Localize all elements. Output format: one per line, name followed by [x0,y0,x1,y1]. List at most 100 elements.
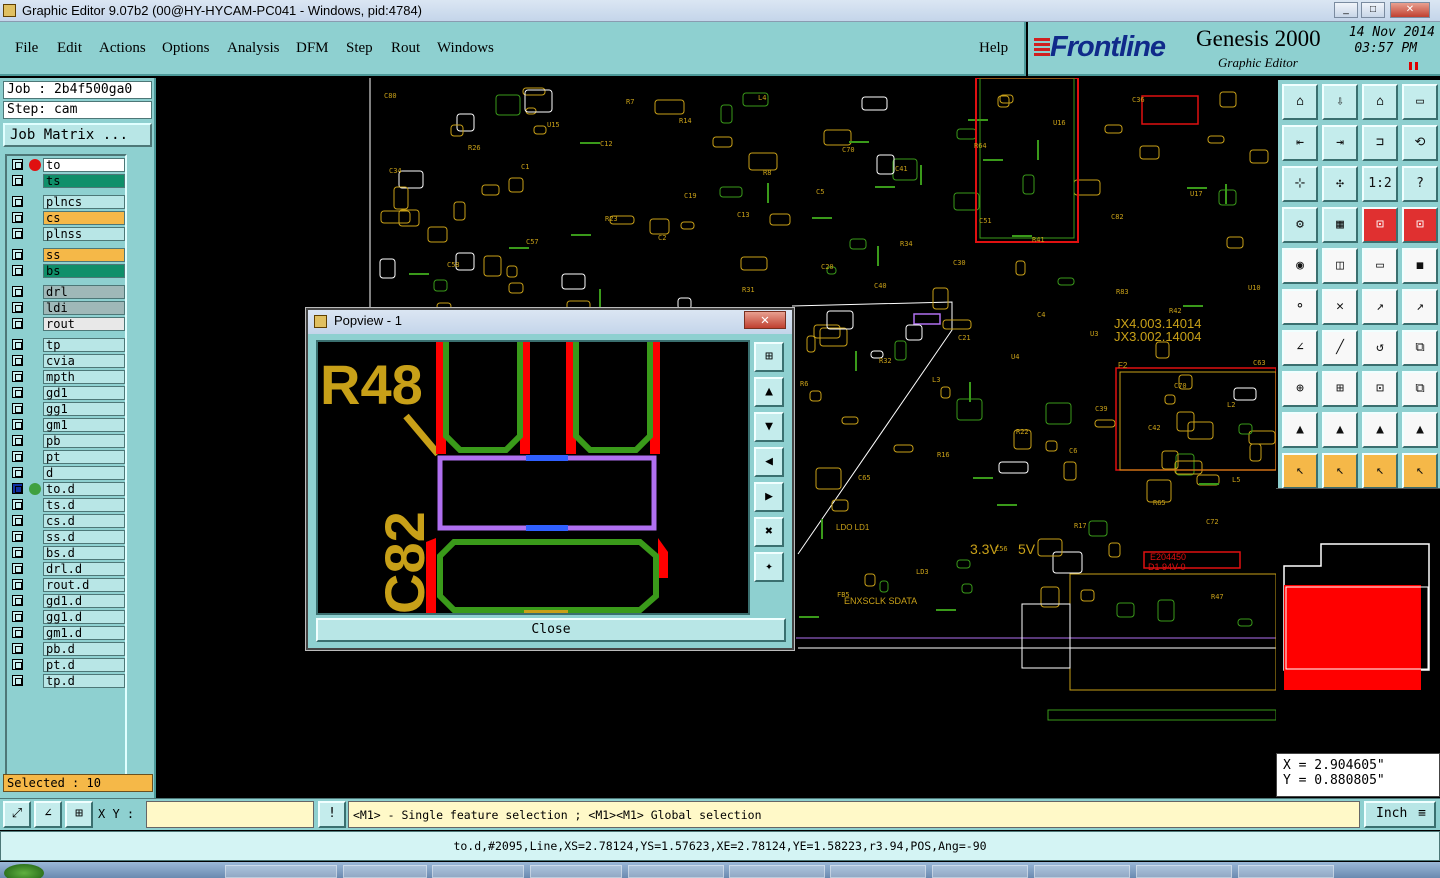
circle-pad-icon[interactable]: ◼ [1402,248,1438,284]
layer-name[interactable]: rout.d [43,578,125,592]
popview-zoom-out-icon[interactable]: ✦ [754,552,784,582]
layer-row-ldi[interactable]: ldi [9,301,125,316]
layer-row-gd1-d[interactable]: gd1.d [9,594,125,609]
overlay-icon[interactable]: ⧉ [1402,371,1438,407]
layer-row-bs[interactable]: bs [9,264,125,279]
layer-checkbox[interactable] [12,659,23,670]
layer-row-cs-d[interactable]: cs.d [9,514,125,529]
layer-name[interactable]: gg1 [43,402,125,416]
layer-name[interactable]: ts [43,174,125,188]
alert-icon[interactable]: ! [318,801,346,828]
layer-name[interactable]: ts.d [43,498,125,512]
menu-analysis[interactable]: Analysis [227,40,280,57]
layer-name[interactable]: rout [43,317,125,331]
layer-checkbox[interactable] [12,318,23,329]
pointer3-icon[interactable]: ↖ [1362,453,1398,489]
layer-name[interactable]: cvia [43,354,125,368]
menu-rout[interactable]: Rout [391,40,420,57]
draw-line-icon[interactable]: ◫ [1322,248,1358,284]
layer-checkbox[interactable] [12,467,23,478]
triangle-icon[interactable]: ▲ [1282,412,1318,448]
layer-row-tp[interactable]: tp [9,338,125,353]
layer-checkbox[interactable] [12,196,23,207]
flip-icon[interactable]: ⊞ [1322,371,1358,407]
layer-row-pb-d[interactable]: pb.d [9,642,125,657]
layer-checkbox[interactable] [12,483,23,494]
grid-toggle-icon[interactable]: ⊞ [65,801,93,828]
layer-row-rout[interactable]: rout [9,317,125,332]
measure-icon[interactable]: ⚙ [1282,207,1318,243]
layer-name[interactable]: gg1.d [43,610,125,624]
layer-row-bs-d[interactable]: bs.d [9,546,125,561]
pointer2-icon[interactable]: ↖ [1322,453,1358,489]
taskbar-item[interactable] [830,865,926,878]
job-matrix-button[interactable]: Job Matrix ... [3,123,152,147]
layer-name[interactable]: pb [43,434,125,448]
menu-actions[interactable]: Actions [99,40,146,57]
layer-checkbox[interactable] [12,675,23,686]
layer-row-cs[interactable]: cs [9,211,125,226]
layer-checkbox[interactable] [12,547,23,558]
layer-name[interactable]: cs [43,211,125,225]
triangle-a-icon[interactable]: ▲ [1362,412,1398,448]
menu-dfm[interactable]: DFM [296,40,329,57]
menu-windows[interactable]: Windows [437,40,494,57]
popview-right-icon[interactable]: ▶ [754,482,784,512]
taskbar-item[interactable] [1238,865,1334,878]
taskbar-item[interactable] [225,865,337,878]
popview-close-button[interactable]: Close [316,618,786,642]
layer-name[interactable]: pb.d [43,642,125,656]
fit-icon[interactable]: ⊐ [1362,125,1398,161]
one-to-one-icon[interactable]: 1:2 [1362,166,1398,202]
node-move-icon[interactable]: ⊕ [1282,371,1318,407]
help-icon[interactable]: ? [1402,166,1438,202]
layer-checkbox[interactable] [12,627,23,638]
popview-zoom-view[interactable]: R48 C82 [316,340,750,615]
layer-name[interactable]: gd1 [43,386,125,400]
layer-name[interactable]: gd1.d [43,594,125,608]
layer-name[interactable]: gm1 [43,418,125,432]
layer-row-d[interactable]: d [9,466,125,481]
snap-red-icon[interactable]: ⊡ [1402,207,1438,243]
layer-name[interactable]: cs.d [43,514,125,528]
layer-name[interactable]: plnss [43,227,125,241]
popview-fit-icon[interactable]: ✖ [754,517,784,547]
layer-checkbox[interactable] [12,435,23,446]
layer-row-drl[interactable]: drl [9,285,125,300]
taskbar-item[interactable] [628,865,724,878]
layer-name[interactable]: ss.d [43,530,125,544]
menu-step[interactable]: Step [346,40,373,57]
layer-name[interactable]: pt [43,450,125,464]
swap-icon[interactable]: ⟲ [1402,125,1438,161]
menu-options[interactable]: Options [162,40,210,57]
layer-row-plnss[interactable]: plnss [9,227,125,242]
overview-map-svg[interactable] [1276,489,1440,749]
layer-checkbox[interactable] [12,371,23,382]
layer-row-gm1-d[interactable]: gm1.d [9,626,125,641]
layer-row-ss[interactable]: ss [9,248,125,263]
triangle-b-icon[interactable]: ▲ [1402,412,1438,448]
slash-icon[interactable]: ╱ [1322,330,1358,366]
zoom-box-icon[interactable]: ✣ [1322,166,1358,202]
layer-checkbox[interactable] [12,387,23,398]
pointer4-icon[interactable]: ↖ [1402,453,1438,489]
layer-name[interactable]: plncs [43,195,125,209]
pan-left-icon[interactable]: ⇤ [1282,125,1318,161]
layer-checkbox[interactable] [12,228,23,239]
taskbar-item[interactable] [1034,865,1130,878]
maximize-button[interactable]: □ [1361,2,1385,18]
start-orb-icon[interactable] [4,864,44,878]
layer-checkbox[interactable] [12,419,23,430]
popview-down-icon[interactable]: ▼ [754,412,784,442]
ruler-icon[interactable]: ▭ [1362,248,1398,284]
unit-selector[interactable]: Inch ≡ [1364,801,1436,828]
layer-row-pt[interactable]: pt [9,450,125,465]
add-pad-icon[interactable]: ◉ [1282,248,1318,284]
layer-name[interactable]: gm1.d [43,626,125,640]
layer-name[interactable]: ss [43,248,125,262]
layer-checkbox[interactable] [12,212,23,223]
layer-row-gg1[interactable]: gg1 [9,402,125,417]
layer-name[interactable]: mpth [43,370,125,384]
popview-up-icon[interactable]: ▲ [754,377,784,407]
layer-name[interactable]: bs [43,264,125,278]
